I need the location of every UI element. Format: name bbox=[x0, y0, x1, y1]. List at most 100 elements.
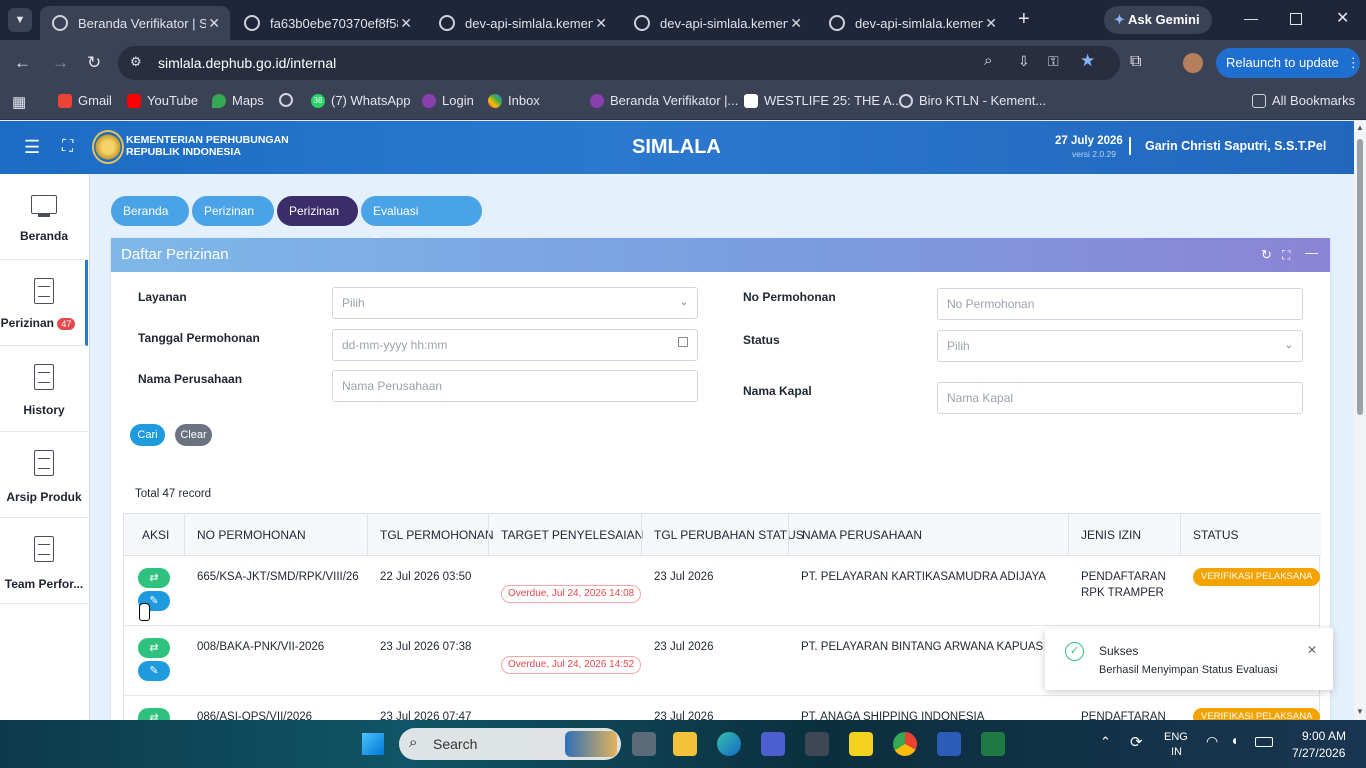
task-view-icon[interactable] bbox=[632, 732, 656, 756]
bookmark-maps[interactable]: Maps bbox=[212, 93, 264, 108]
status-select[interactable]: Pilih ⌄ bbox=[937, 330, 1303, 362]
breadcrumb-evaluasi-perizinan[interactable]: Evaluasi Perizinan bbox=[361, 196, 482, 248]
clear-button[interactable]: Clear bbox=[175, 424, 212, 446]
volume-icon[interactable]: ◖ bbox=[1230, 732, 1238, 748]
relaunch-button[interactable]: Relaunch to update ⋮ bbox=[1216, 48, 1360, 78]
tab-2[interactable]: fa63b0ebe70370ef8f58 ✕ bbox=[232, 6, 422, 40]
nama-kapal-label: Nama Kapal bbox=[743, 384, 812, 398]
tab-search-icon[interactable]: ▼ bbox=[8, 8, 32, 32]
sidebar-item-beranda[interactable]: Beranda bbox=[0, 174, 88, 260]
restore-window-icon[interactable] bbox=[1290, 13, 1302, 25]
new-tab-icon[interactable]: + bbox=[1018, 8, 1030, 31]
table-row[interactable]: ⇄ ✎ 665/KSA-JKT/SMD/RPK/VIII/26 22 Jul 2… bbox=[124, 556, 1321, 626]
tgl-permohonan-cell: 23 Jul 2026 07:47 bbox=[380, 711, 472, 720]
camera-icon[interactable] bbox=[805, 732, 829, 756]
minimize-window-icon[interactable]: — bbox=[1244, 10, 1258, 26]
all-bookmarks[interactable]: All Bookmarks bbox=[1252, 93, 1355, 108]
edge-icon[interactable] bbox=[717, 732, 741, 756]
back-arrow-icon[interactable]: ← bbox=[14, 53, 31, 73]
gmail-icon bbox=[58, 93, 72, 108]
close-toast-icon[interactable]: ✕ bbox=[1307, 643, 1317, 657]
sidebar-item-team-performance[interactable]: Team Perfor... bbox=[0, 518, 88, 604]
sync-icon[interactable]: ⟳ bbox=[1130, 733, 1143, 751]
apps-grid-icon[interactable]: ▦ bbox=[12, 93, 26, 111]
bookmark-gmail[interactable]: Gmail bbox=[58, 93, 112, 108]
bookmark-whatsapp[interactable]: 38 (7) WhatsApp bbox=[311, 93, 410, 108]
no-permohonan-input[interactable]: No Permohonan bbox=[937, 288, 1303, 320]
tab-3[interactable]: dev-api-simlala.kemenh ✕ bbox=[427, 6, 617, 40]
tab-4[interactable]: dev-api-simlala.kemenh ✕ bbox=[622, 6, 812, 40]
address-bar[interactable]: ⚙ simlala.dephub.go.id/internal ⌕ ⇩ ⚿ ★ bbox=[118, 46, 1120, 80]
install-app-icon[interactable]: ⇩ bbox=[1018, 53, 1030, 70]
reload-icon[interactable]: ↻ bbox=[87, 53, 101, 73]
close-tab-icon[interactable]: ✕ bbox=[595, 15, 607, 32]
panel-header: Daftar Perizinan ↻ ⛶ — bbox=[111, 238, 1330, 272]
transfer-action-button[interactable]: ⇄ bbox=[138, 638, 170, 658]
scrollbar-thumb[interactable] bbox=[1357, 139, 1363, 415]
scroll-up-icon[interactable]: ▲ bbox=[1356, 123, 1364, 132]
transfer-action-button[interactable]: ⇄ bbox=[138, 568, 170, 588]
language-line1[interactable]: ENG bbox=[1164, 731, 1188, 743]
tab-beranda-verifikator[interactable]: Beranda Verifikator | Si ✕ bbox=[40, 6, 230, 40]
cari-button[interactable]: Cari bbox=[130, 424, 165, 446]
close-tab-icon[interactable]: ✕ bbox=[985, 15, 997, 32]
bookmark-inbox[interactable]: Inbox bbox=[488, 93, 540, 108]
close-tab-icon[interactable]: ✕ bbox=[400, 15, 412, 32]
page-scrollbar[interactable]: ▲ ▼ bbox=[1354, 121, 1366, 720]
globe-icon[interactable] bbox=[279, 93, 299, 107]
layanan-select[interactable]: Pilih ⌄ bbox=[332, 287, 698, 319]
app-icon[interactable] bbox=[761, 732, 785, 756]
password-key-icon[interactable]: ⚿ bbox=[1048, 53, 1059, 70]
table-row[interactable]: ⇄ 086/ASI-OPS/VII/2026 23 Jul 2026 07:47… bbox=[124, 696, 1321, 720]
profile-avatar[interactable] bbox=[1183, 53, 1203, 73]
file-explorer-icon[interactable] bbox=[673, 732, 697, 756]
expand-icon[interactable]: ⛶ bbox=[1282, 238, 1290, 272]
close-tab-icon[interactable]: ✕ bbox=[208, 15, 220, 32]
bookmark-star-icon[interactable]: ★ bbox=[1080, 51, 1095, 71]
close-tab-icon[interactable]: ✕ bbox=[790, 15, 802, 32]
fullscreen-icon[interactable]: ⛶ bbox=[62, 138, 73, 156]
url-text[interactable]: simlala.dephub.go.id/internal bbox=[158, 55, 336, 71]
breadcrumb-perizinan-active[interactable]: Perizinan ✕ bbox=[277, 196, 358, 248]
bookmark-westlife[interactable]: WESTLIFE 25: THE A... bbox=[744, 93, 902, 108]
taskbar-date[interactable]: 7/27/2026 bbox=[1292, 746, 1345, 760]
transfer-action-button[interactable]: ⇄ bbox=[138, 708, 170, 720]
sidebar-item-arsip-produk[interactable]: Arsip Produk bbox=[0, 432, 88, 518]
bookmark-youtube[interactable]: YouTube bbox=[127, 93, 198, 108]
battery-icon[interactable] bbox=[1255, 737, 1273, 747]
bookmark-login[interactable]: Login bbox=[422, 93, 474, 108]
edit-action-button[interactable]: ✎ bbox=[138, 661, 170, 681]
hamburger-menu-icon[interactable]: ☰ bbox=[24, 137, 40, 158]
excel-icon[interactable] bbox=[981, 732, 1005, 756]
sticky-notes-icon[interactable] bbox=[849, 732, 873, 756]
taskbar-time[interactable]: 9:00 AM bbox=[1302, 729, 1346, 743]
word-icon[interactable] bbox=[937, 732, 961, 756]
wifi-icon[interactable]: ◠ bbox=[1206, 733, 1218, 750]
bookmark-beranda-verifikator[interactable]: Beranda Verifikator |... bbox=[590, 93, 738, 108]
tanggal-permohonan-input[interactable]: dd-mm-yyyy hh:mm bbox=[332, 329, 698, 361]
bookmark-biro-ktln[interactable]: Biro KTLN - Kement... bbox=[899, 93, 1046, 108]
ask-gemini-button[interactable]: ✦ Ask Gemini bbox=[1104, 6, 1212, 34]
chrome-icon[interactable] bbox=[893, 732, 917, 756]
nama-perusahaan-input[interactable]: Nama Perusahaan bbox=[332, 370, 698, 402]
breadcrumb-beranda[interactable]: Beranda bbox=[111, 196, 189, 226]
close-window-icon[interactable]: ✕ bbox=[1336, 8, 1349, 28]
breadcrumb-perizinan[interactable]: Perizinan bbox=[192, 196, 274, 226]
scroll-down-icon[interactable]: ▼ bbox=[1356, 707, 1364, 716]
sidebar-item-perizinan[interactable]: Perizinan 47 bbox=[0, 260, 88, 346]
chevron-up-icon[interactable]: ⌃ bbox=[1100, 734, 1111, 750]
extensions-icon[interactable]: ⧉ bbox=[1130, 53, 1141, 71]
site-info-icon[interactable]: ⚙ bbox=[130, 54, 142, 70]
taskbar-search-box[interactable]: ⌕ Search bbox=[399, 728, 621, 760]
forward-arrow-icon[interactable]: → bbox=[52, 53, 69, 73]
sidebar-item-history[interactable]: History bbox=[0, 346, 88, 432]
user-name[interactable]: Garin Christi Saputri, S.S.T.Pel bbox=[1145, 139, 1326, 153]
windows-start-icon[interactable] bbox=[362, 733, 384, 755]
tab-favicon-icon bbox=[244, 15, 260, 31]
minimize-panel-icon[interactable]: — bbox=[1305, 236, 1318, 270]
refresh-icon[interactable]: ↻ bbox=[1261, 238, 1272, 272]
tab-5[interactable]: dev-api-simlala.kemenh ✕ bbox=[817, 6, 1007, 40]
language-line2[interactable]: IN bbox=[1171, 746, 1182, 758]
nama-kapal-input[interactable]: Nama Kapal bbox=[937, 382, 1303, 414]
zoom-icon[interactable]: ⌕ bbox=[984, 52, 992, 69]
